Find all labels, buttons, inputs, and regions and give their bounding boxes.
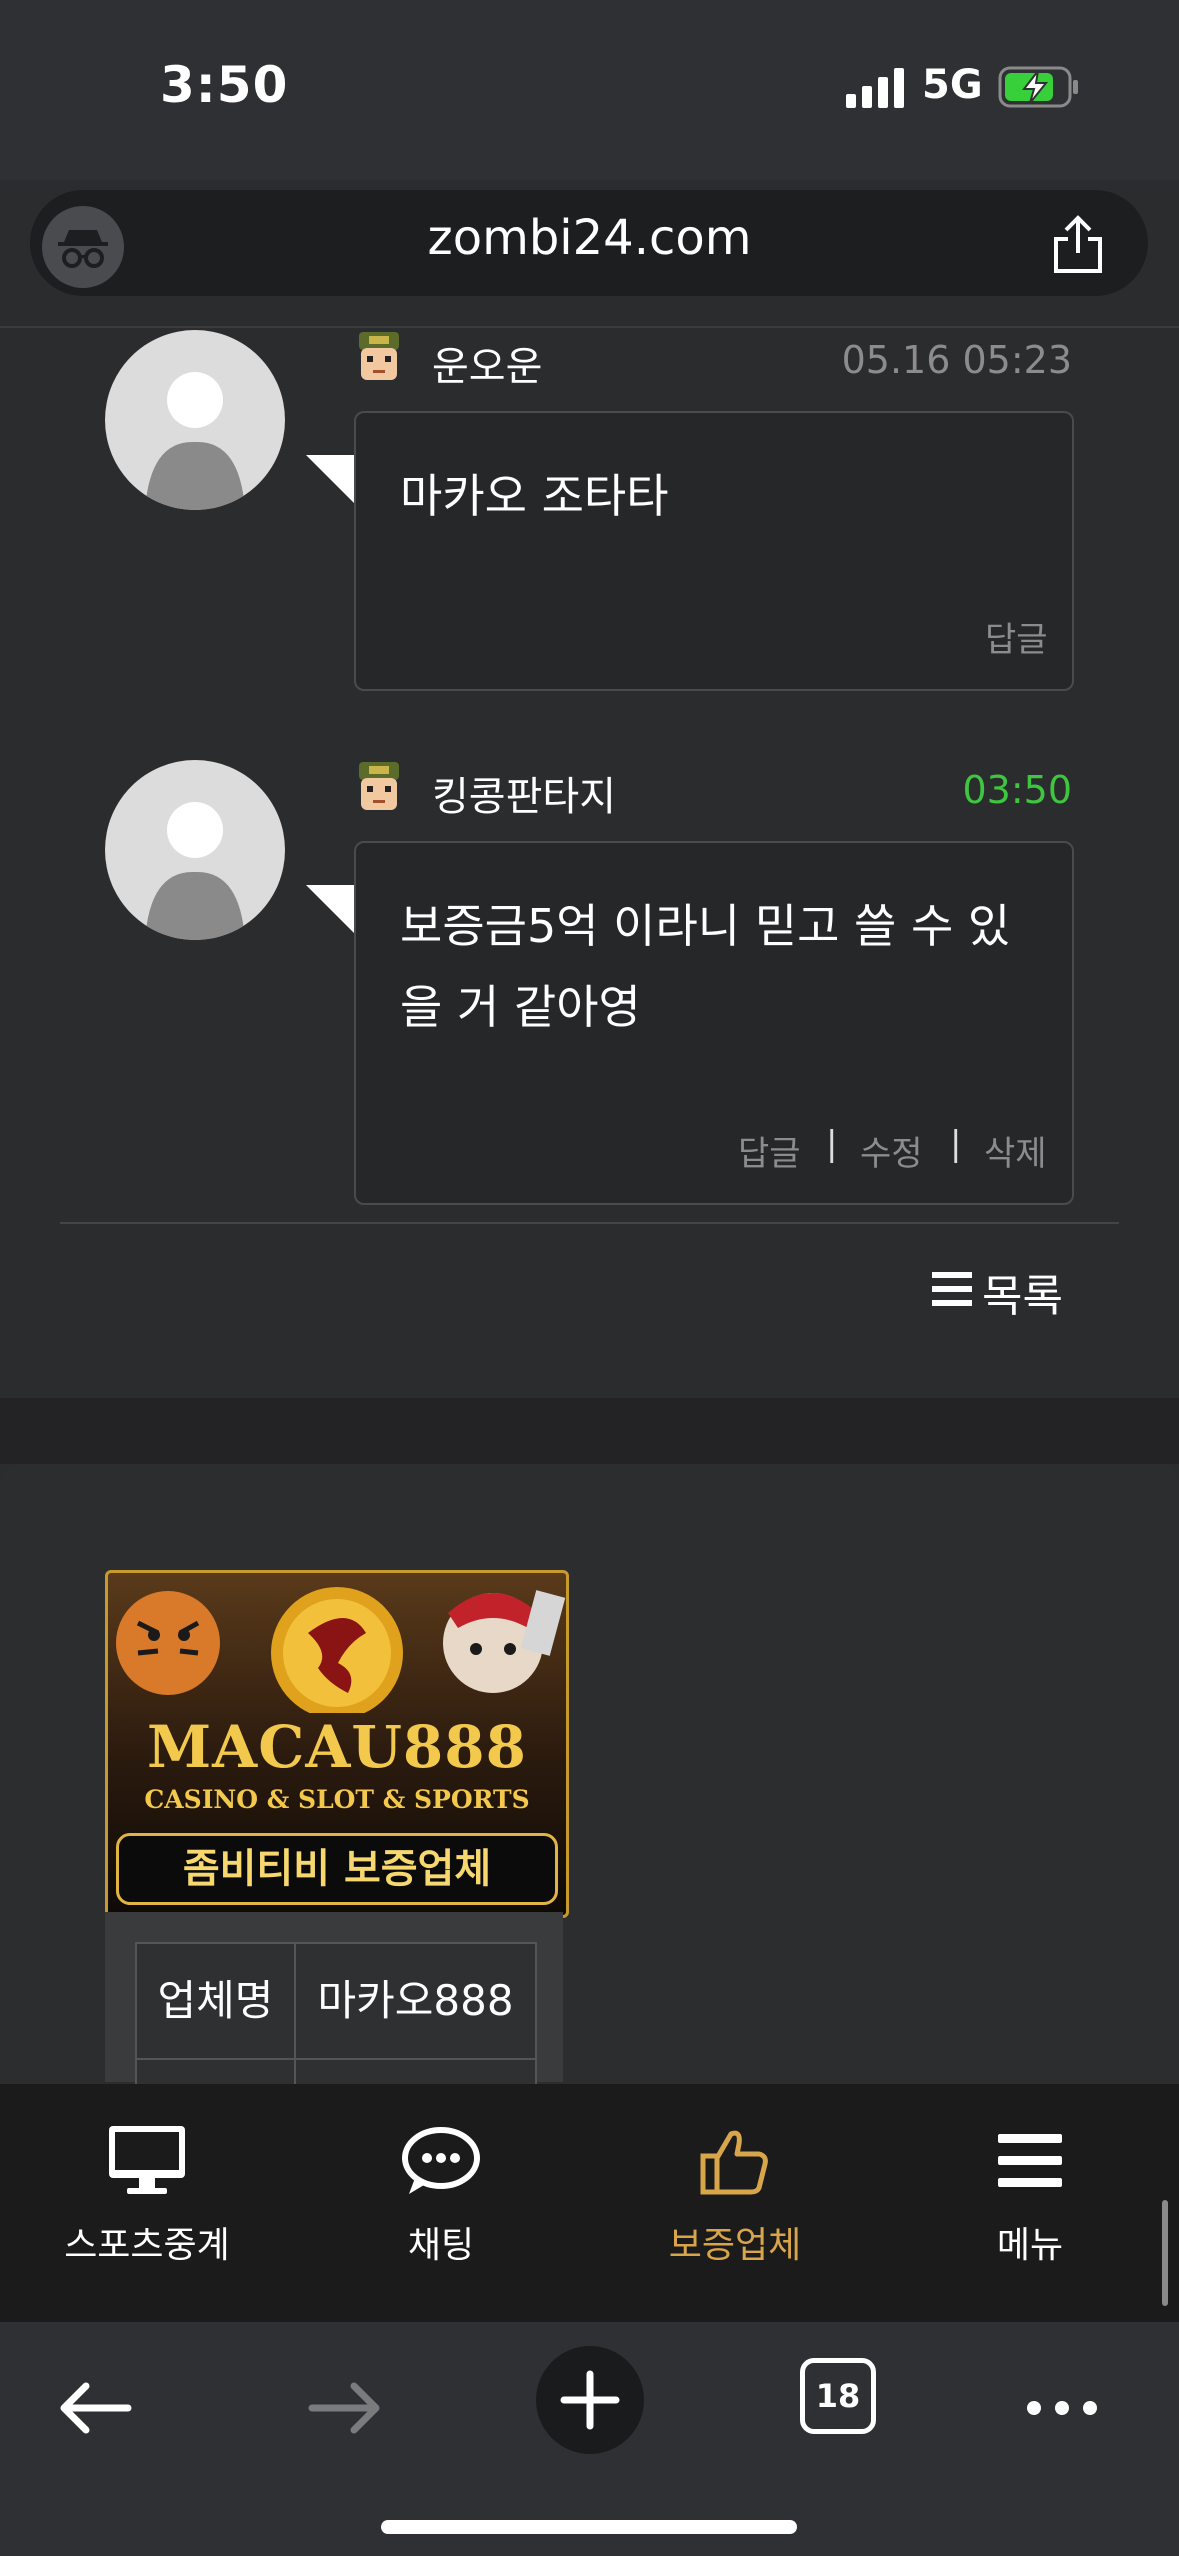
- comment-author[interactable]: 운오운: [432, 334, 542, 392]
- nav-sports-broadcast[interactable]: 스포츠중계: [37, 2124, 257, 2268]
- comment-bubble: [354, 411, 1074, 691]
- comment-text: 마카오 조타타: [400, 469, 669, 523]
- signal-icon: [846, 68, 904, 108]
- comment-text-line-1: 보증금5억 이라니 믿고 쓸 수 있: [400, 899, 1011, 953]
- share-icon[interactable]: [1050, 215, 1106, 275]
- table-value: 마카오888: [294, 1942, 537, 2060]
- user-level-icon: [359, 332, 399, 380]
- comment-time: 05.16 05:23: [841, 338, 1072, 382]
- thumbs-up-icon: [700, 2130, 768, 2195]
- nav-label: 보증업체: [668, 2225, 802, 2266]
- status-time: 3:50: [160, 56, 289, 114]
- monitor-icon: [109, 2126, 185, 2194]
- nav-chat[interactable]: 채팅: [331, 2124, 551, 2268]
- url-text[interactable]: zombi24.com: [0, 210, 1179, 266]
- user-level-icon: [359, 762, 399, 810]
- menu-icon: [998, 2134, 1062, 2187]
- home-indicator: [381, 2520, 797, 2534]
- tabs-button[interactable]: 18: [800, 2358, 876, 2434]
- comment-time: 03:50: [962, 768, 1072, 812]
- list-button[interactable]: 목록: [982, 1260, 1063, 1324]
- nav-label: 메뉴: [996, 2225, 1064, 2266]
- nav-guaranteed-sites[interactable]: 보증업체: [625, 2124, 845, 2268]
- nav-label: 채팅: [407, 2225, 475, 2266]
- reply-button[interactable]: 답글: [985, 612, 1048, 661]
- avatar: [105, 330, 285, 510]
- back-arrow-icon[interactable]: [46, 2356, 146, 2456]
- nav-label: 스포츠중계: [64, 2225, 230, 2266]
- reply-button[interactable]: 답글: [738, 1126, 801, 1175]
- action-separator: |: [826, 1124, 838, 1164]
- comment-author[interactable]: 킹콩판타지: [432, 764, 616, 822]
- forward-arrow-icon[interactable]: [294, 2356, 394, 2456]
- banner-subtitle: CASINO & SLOT & SPORTS: [144, 1785, 530, 1814]
- bubble-tail: [306, 455, 356, 505]
- bubble-tail: [306, 885, 356, 935]
- edit-button[interactable]: 수정: [860, 1126, 923, 1175]
- nav-menu[interactable]: 메뉴: [920, 2124, 1140, 2268]
- divider: [60, 1222, 1119, 1224]
- banner-brand: MACAU888: [146, 1713, 527, 1781]
- battery-charging-icon: [998, 66, 1078, 108]
- new-tab-button[interactable]: [536, 2346, 644, 2454]
- action-separator: |: [950, 1124, 962, 1164]
- delete-button[interactable]: 삭제: [984, 1126, 1047, 1175]
- comment-text-line-2: 을 거 같아영: [400, 980, 641, 1034]
- banner-tag: 좀비티비 보증업체: [116, 1833, 558, 1905]
- list-icon[interactable]: [932, 1272, 972, 1306]
- network-type: 5G: [922, 62, 983, 108]
- banner-artwork: [116, 1587, 566, 1713]
- scrollbar[interactable]: [1162, 2200, 1168, 2306]
- chat-icon: [402, 2127, 480, 2194]
- table-key: 업체명: [135, 1942, 296, 2060]
- section-gap: [0, 1398, 1179, 1464]
- avatar: [105, 760, 285, 940]
- more-icon[interactable]: [1012, 2356, 1112, 2456]
- sponsor-banner[interactable]: MACAU888 CASINO & SLOT & SPORTS 좀비티비 보증업…: [105, 1570, 569, 1918]
- plus-icon: [560, 2370, 620, 2430]
